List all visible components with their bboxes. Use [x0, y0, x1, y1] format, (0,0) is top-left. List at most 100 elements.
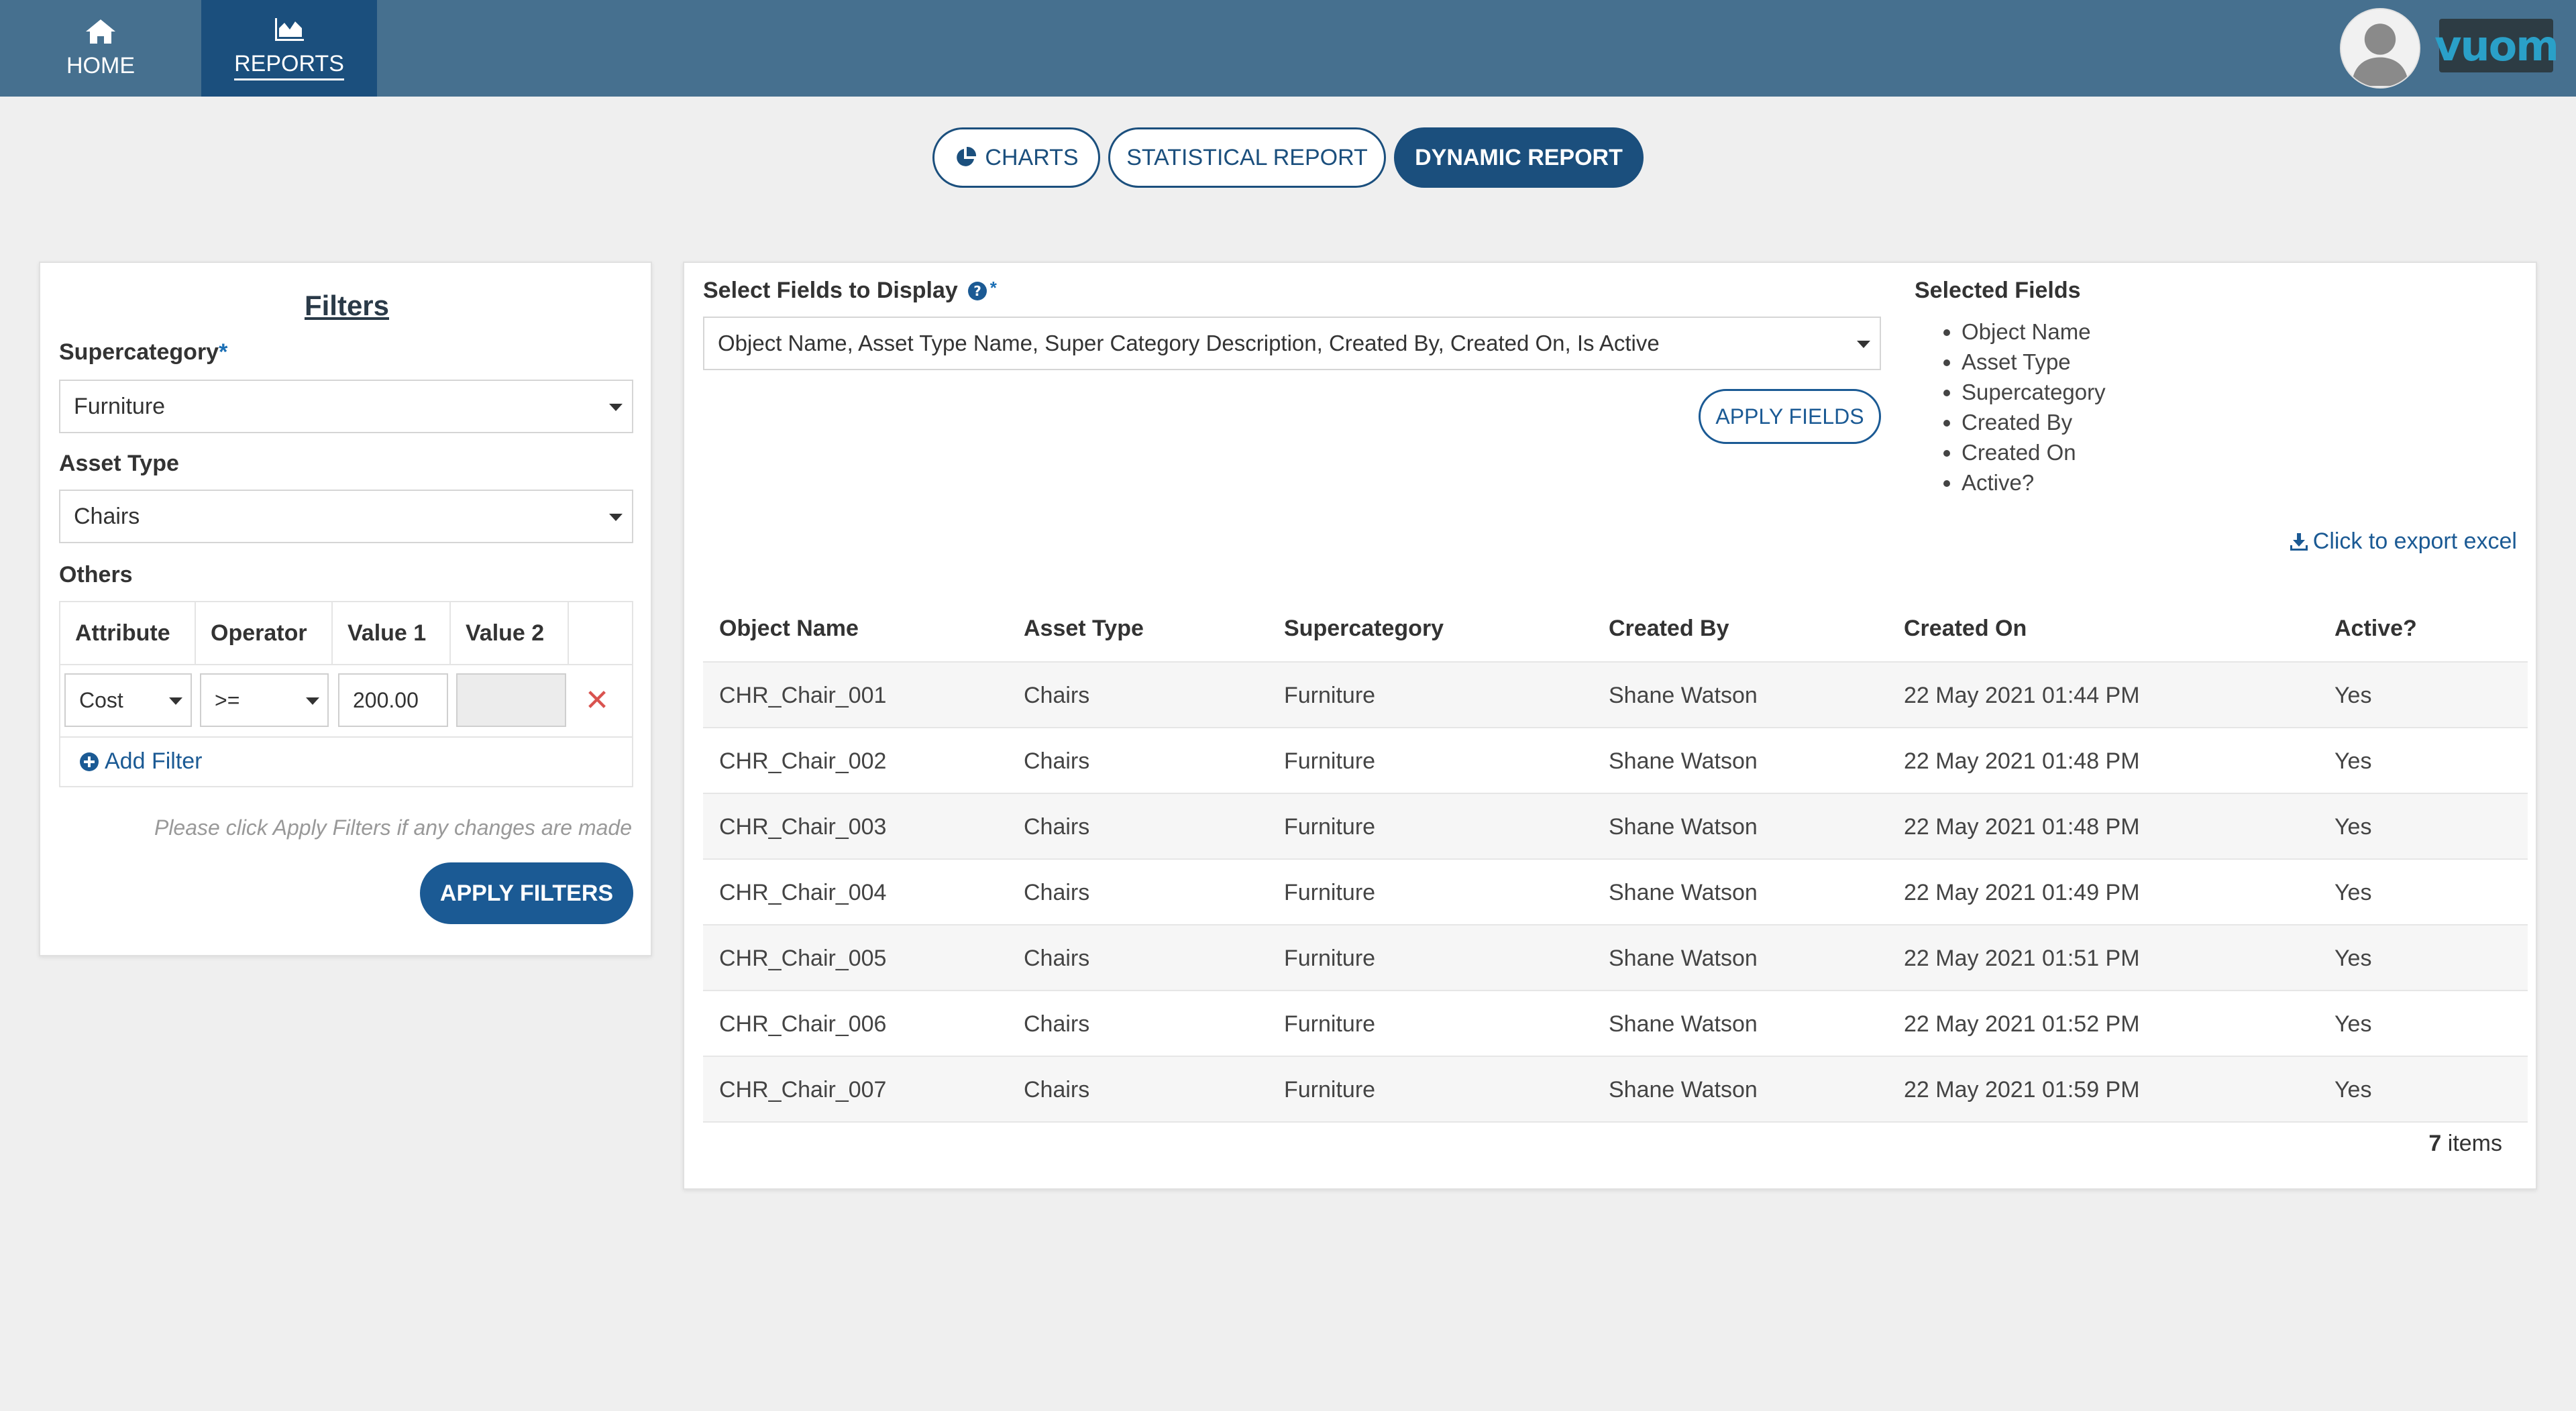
- add-filter-label: Add Filter: [105, 748, 203, 774]
- select-fields-label: Select Fields to Display ? *: [703, 278, 997, 304]
- cell-asset-type: Chairs: [1024, 945, 1090, 971]
- cell-created-on: 22 May 2021 01:48 PM: [1904, 748, 2140, 774]
- list-item: Created By: [1962, 407, 2106, 437]
- tab-statistical-label: STATISTICAL REPORT: [1126, 144, 1368, 170]
- col-created-by-header[interactable]: Created By: [1609, 596, 1729, 661]
- supercategory-select[interactable]: Furniture: [59, 380, 633, 433]
- fields-selected-value: Object Name, Asset Type Name, Super Cate…: [718, 331, 1660, 355]
- filters-title: Filters: [304, 290, 390, 321]
- items-count-suffix: items: [2441, 1131, 2502, 1156]
- table-row[interactable]: CHR_Chair_005 Chairs Furniture Shane Wat…: [703, 924, 2528, 990]
- cell-supercategory: Furniture: [1284, 1011, 1376, 1037]
- svg-text:?: ?: [973, 283, 981, 299]
- brand-logo-text: vuom: [2434, 21, 2559, 70]
- tab-dynamic-report[interactable]: DYNAMIC REPORT: [1394, 127, 1644, 188]
- cell-active: Yes: [2334, 945, 2372, 971]
- cell-active: Yes: [2334, 879, 2372, 905]
- col-attribute-header: Attribute: [60, 602, 196, 664]
- cell-created-on: 22 May 2021 01:44 PM: [1904, 682, 2140, 708]
- items-count-number: 7: [2428, 1131, 2442, 1156]
- area-chart-icon: [275, 18, 304, 41]
- attribute-select[interactable]: Cost: [64, 673, 192, 727]
- table-row[interactable]: CHR_Chair_004 Chairs Furniture Shane Wat…: [703, 858, 2528, 924]
- cell-asset-type: Chairs: [1024, 682, 1090, 708]
- cell-object-name: CHR_Chair_003: [719, 813, 887, 840]
- col-operator-header: Operator: [196, 602, 333, 664]
- pie-chart-icon: [957, 146, 977, 166]
- cell-object-name: CHR_Chair_007: [719, 1076, 887, 1103]
- cell-supercategory: Furniture: [1284, 813, 1376, 840]
- value2-input-disabled: [456, 673, 566, 727]
- cell-created-by: Shane Watson: [1609, 945, 1758, 971]
- list-item: Active?: [1962, 467, 2106, 498]
- remove-filter-icon[interactable]: ✕: [578, 681, 616, 719]
- chevron-down-icon: [1857, 341, 1870, 348]
- cell-supercategory: Furniture: [1284, 879, 1376, 905]
- top-navbar: HOME REPORTS vuom: [0, 0, 2576, 97]
- cell-created-on: 22 May 2021 01:48 PM: [1904, 813, 2140, 840]
- apply-hint-text: Please click Apply Filters if any change…: [154, 815, 632, 840]
- supercategory-label: Supercategory*: [59, 339, 227, 365]
- table-row[interactable]: CHR_Chair_007 Chairs Furniture Shane Wat…: [703, 1056, 2528, 1121]
- cell-object-name: CHR_Chair_001: [719, 682, 887, 708]
- chevron-down-icon: [609, 514, 623, 521]
- cell-active: Yes: [2334, 1076, 2372, 1103]
- cell-asset-type: Chairs: [1024, 1076, 1090, 1103]
- nav-reports[interactable]: REPORTS: [201, 0, 377, 97]
- brand-logo: vuom: [2434, 19, 2559, 72]
- grid-header-row: Object Name Asset Type Supercategory Cre…: [703, 596, 2528, 661]
- divider: [60, 664, 632, 665]
- cell-created-on: 22 May 2021 01:51 PM: [1904, 945, 2140, 971]
- tab-charts-label: CHARTS: [985, 144, 1079, 170]
- required-marker: *: [219, 339, 228, 365]
- table-row[interactable]: CHR_Chair_003 Chairs Furniture Shane Wat…: [703, 793, 2528, 858]
- selected-fields-title: Selected Fields: [1915, 278, 2081, 303]
- select-fields-label-text: Select Fields to Display: [703, 278, 958, 303]
- apply-filters-button[interactable]: APPLY FILTERS: [420, 862, 633, 924]
- asset-type-label: Asset Type: [59, 451, 179, 476]
- tab-charts[interactable]: CHARTS: [932, 127, 1100, 188]
- home-icon: [86, 19, 115, 44]
- asset-type-select[interactable]: Chairs: [59, 490, 633, 543]
- col-value2-header: Value 2: [451, 602, 569, 664]
- plus-circle-icon: [80, 752, 99, 771]
- attribute-selected-value: Cost: [79, 687, 123, 712]
- table-row[interactable]: CHR_Chair_002 Chairs Furniture Shane Wat…: [703, 727, 2528, 793]
- col-active-header[interactable]: Active?: [2334, 596, 2417, 661]
- apply-fields-button[interactable]: APPLY FIELDS: [1699, 389, 1881, 444]
- add-filter-link[interactable]: Add Filter: [79, 748, 203, 775]
- cell-active: Yes: [2334, 813, 2372, 840]
- export-excel-link[interactable]: Click to export excel: [2289, 528, 2517, 555]
- filters-panel: Filters Supercategory* Furniture Asset T…: [39, 262, 652, 956]
- supercategory-label-text: Supercategory: [59, 339, 219, 365]
- value1-input[interactable]: [338, 673, 448, 727]
- cell-asset-type: Chairs: [1024, 879, 1090, 905]
- table-row[interactable]: CHR_Chair_006 Chairs Furniture Shane Wat…: [703, 990, 2528, 1056]
- list-item: Asset Type: [1962, 347, 2106, 377]
- cell-active: Yes: [2334, 748, 2372, 774]
- col-asset-type-header[interactable]: Asset Type: [1024, 596, 1144, 661]
- report-panel: Select Fields to Display ? * Object Name…: [683, 262, 2537, 1190]
- cell-created-by: Shane Watson: [1609, 682, 1758, 708]
- fields-multiselect[interactable]: Object Name, Asset Type Name, Super Cate…: [703, 317, 1881, 370]
- required-marker: *: [989, 278, 997, 298]
- nav-home[interactable]: HOME: [0, 0, 201, 97]
- col-created-on-header[interactable]: Created On: [1904, 596, 2027, 661]
- cell-created-by: Shane Watson: [1609, 813, 1758, 840]
- question-circle-icon[interactable]: ?: [967, 281, 987, 301]
- col-object-name-header[interactable]: Object Name: [719, 596, 859, 661]
- user-avatar[interactable]: [2340, 8, 2420, 89]
- cell-asset-type: Chairs: [1024, 813, 1090, 840]
- nav-home-label: HOME: [66, 52, 135, 78]
- cell-object-name: CHR_Chair_002: [719, 748, 887, 774]
- table-row[interactable]: CHR_Chair_001 Chairs Furniture Shane Wat…: [703, 661, 2528, 727]
- tab-statistical-report[interactable]: STATISTICAL REPORT: [1108, 127, 1386, 188]
- col-supercategory-header[interactable]: Supercategory: [1284, 596, 1444, 661]
- cell-created-on: 22 May 2021 01:49 PM: [1904, 879, 2140, 905]
- cell-created-by: Shane Watson: [1609, 1011, 1758, 1037]
- export-excel-label: Click to export excel: [2312, 528, 2517, 554]
- operator-select[interactable]: >=: [200, 673, 329, 727]
- divider: [60, 736, 632, 738]
- cell-object-name: CHR_Chair_005: [719, 945, 887, 971]
- chevron-down-icon: [169, 697, 182, 705]
